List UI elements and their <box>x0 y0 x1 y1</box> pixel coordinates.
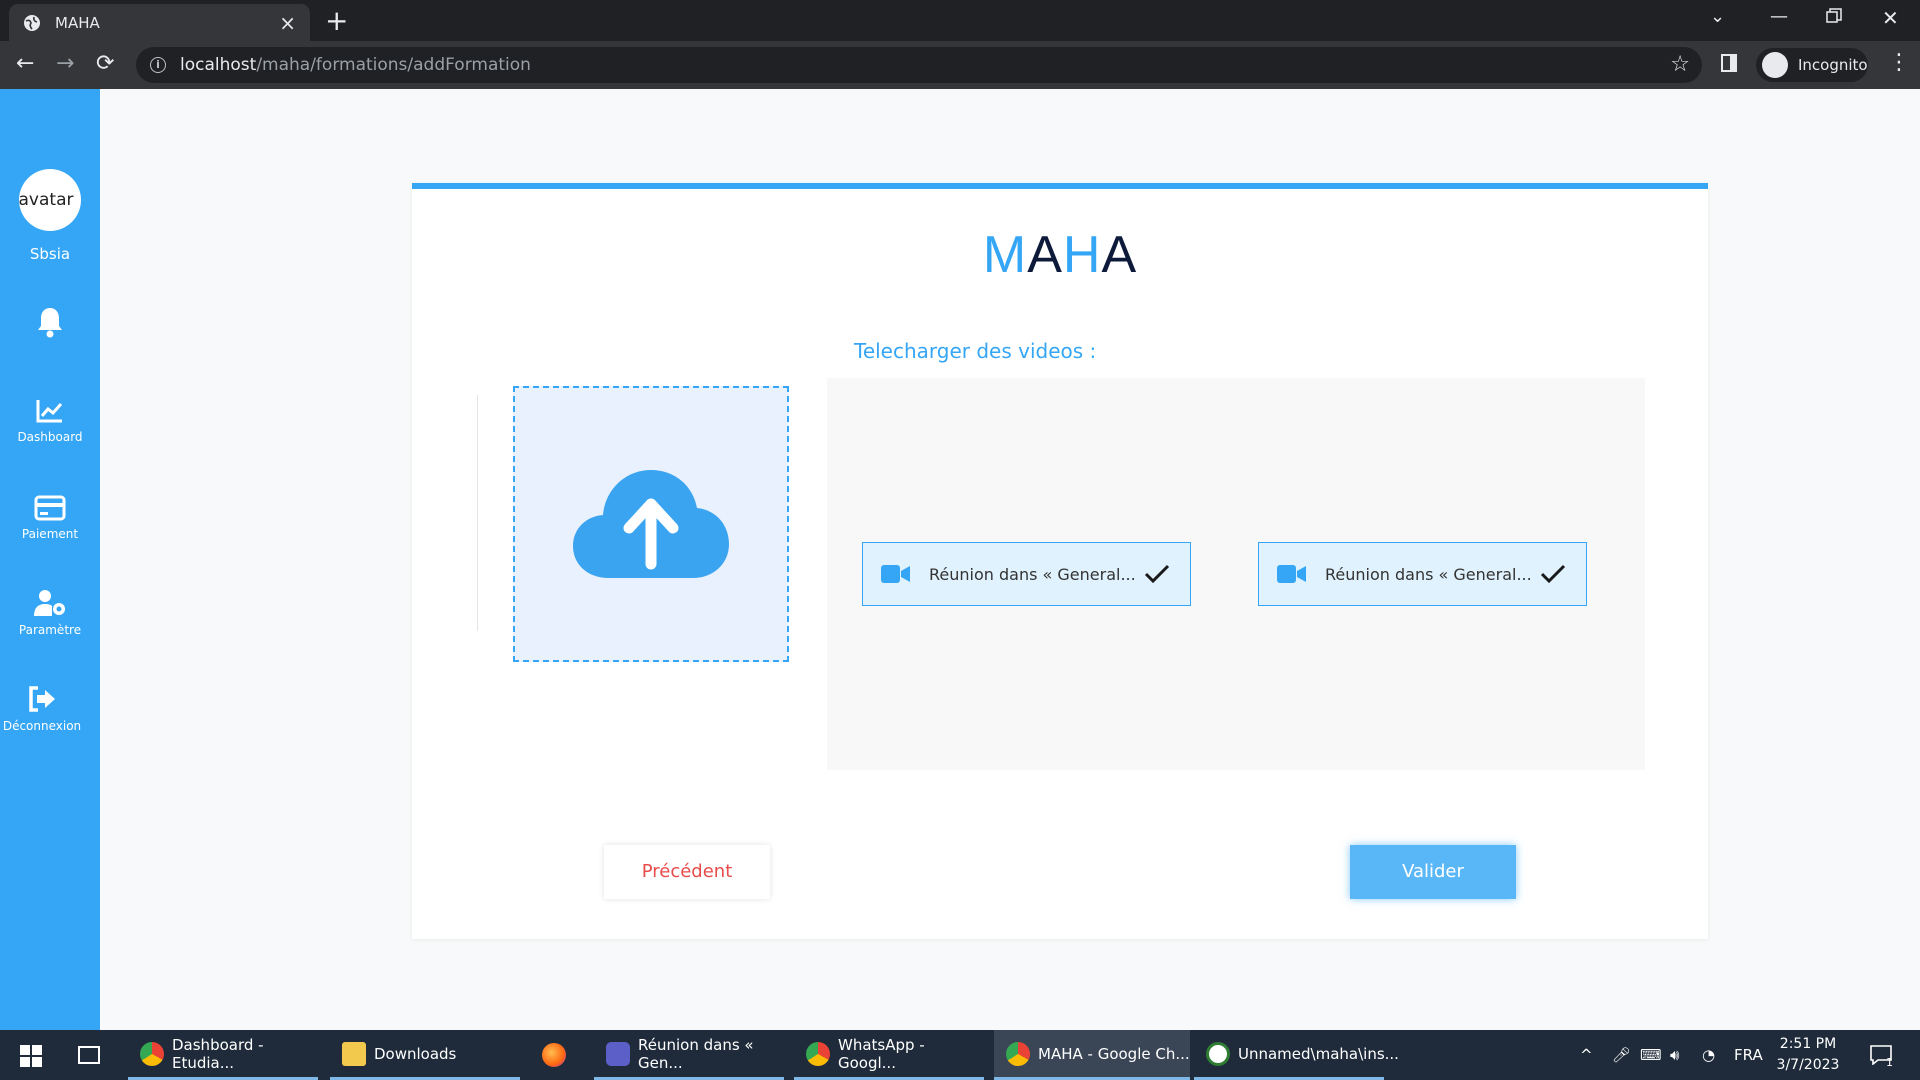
language-indicator[interactable]: FRA <box>1734 1030 1763 1080</box>
sidebar-item-label: Paiement <box>21 527 79 541</box>
firefox-icon <box>542 1043 566 1067</box>
taskbar-app-heidisql[interactable]: Unnamed\maha\ins... <box>1194 1030 1399 1080</box>
browser-tab-strip: MAHA × + ⌄ — ✕ <box>0 0 1920 41</box>
uploaded-files-panel: Réunion dans « General... Réunion dans «… <box>827 378 1645 770</box>
sidebar-item-parametre[interactable]: Paramètre <box>0 589 100 637</box>
bookmark-star-icon[interactable]: ☆ <box>1670 52 1690 77</box>
video-upload-dropzone[interactable] <box>513 386 789 662</box>
formation-card: MAHA Telecharger des videos : Réunion da… <box>412 183 1708 939</box>
previous-button[interactable]: Précédent <box>604 845 770 899</box>
username: Sbsia <box>29 245 71 263</box>
task-view-icon[interactable] <box>78 1046 100 1064</box>
chrome-icon <box>140 1041 164 1066</box>
submit-button[interactable]: Valider <box>1350 845 1516 899</box>
incognito-icon <box>1762 52 1788 78</box>
sidebar-item-deconnexion[interactable]: Déconnexion <box>0 685 84 733</box>
forward-icon[interactable]: → <box>56 51 74 77</box>
taskbar-app-downloads[interactable]: Downloads <box>330 1030 520 1080</box>
sidebar-item-label: Dashboard <box>17 430 83 444</box>
clock-time: 2:51 PM <box>1779 1036 1837 1052</box>
notifications-bell[interactable] <box>0 305 100 339</box>
site-info-icon[interactable]: i <box>150 57 166 73</box>
main-content: MAHA Telecharger des videos : Réunion da… <box>100 89 1920 1030</box>
video-camera-icon <box>1277 565 1306 583</box>
chart-line-icon <box>36 400 63 423</box>
incognito-label: Incognito <box>1798 56 1868 74</box>
url-host: localhost <box>180 55 257 75</box>
upload-section-label: Telecharger des videos : <box>854 339 1097 363</box>
clock-date: 3/7/2023 <box>1776 1057 1840 1073</box>
side-panel-icon[interactable] <box>1721 54 1737 72</box>
brand-letter: H <box>1062 226 1102 284</box>
globe-icon <box>24 14 40 31</box>
tab-search-icon[interactable]: ⌄ <box>1710 6 1725 27</box>
address-bar[interactable]: i localhost/maha/formations/addFormation… <box>136 47 1702 83</box>
folder-icon <box>342 1041 366 1066</box>
incognito-profile-button[interactable]: Incognito <box>1756 48 1868 82</box>
app-sidebar: avatar Sbsia Dashboard Paiement Paramètr… <box>0 89 100 1030</box>
video-file-name: Réunion dans « General... <box>929 564 1136 584</box>
tab-title: MAHA <box>55 13 100 32</box>
teams-icon <box>606 1041 630 1066</box>
browser-toolbar: ← → ⟳ i localhost/maha/formations/addFor… <box>0 41 1920 89</box>
back-icon[interactable]: ← <box>16 51 34 77</box>
cloud-upload-icon <box>573 470 729 578</box>
browser-tab-maha[interactable]: MAHA × <box>9 4 310 41</box>
notification-center-icon[interactable]: 1 <box>1870 1030 1893 1080</box>
chrome-icon <box>806 1041 830 1066</box>
notification-count: 1 <box>1886 1055 1893 1069</box>
uploaded-video-item[interactable]: Réunion dans « General... <box>1258 542 1587 606</box>
taskbar-app-chrome-dashboard[interactable]: Dashboard - Etudia... <box>128 1030 318 1080</box>
check-icon <box>1144 564 1170 584</box>
taskbar-app-label: Unnamed\maha\ins... <box>1238 1044 1399 1063</box>
os-taskbar: Dashboard - Etudia... Downloads Réunion … <box>0 1030 1920 1080</box>
sidebar-item-label: Déconnexion <box>2 719 82 733</box>
tab-close-icon[interactable]: × <box>279 13 296 33</box>
microphone-icon[interactable]: 🎤︎ <box>1612 1030 1631 1080</box>
taskbar-app-label: WhatsApp - Googl... <box>838 1035 925 1072</box>
user-gear-icon <box>34 590 65 616</box>
keyboard-ime-icon[interactable]: ⌨︎ <box>1640 1030 1662 1080</box>
windows-start-icon[interactable] <box>20 1045 42 1067</box>
taskbar-app-teams[interactable]: Réunion dans « Gen... <box>594 1030 784 1080</box>
taskbar-app-maha-chrome[interactable]: MAHA - Google Ch... <box>994 1030 1190 1080</box>
new-tab-icon[interactable]: + <box>325 6 348 36</box>
avatar[interactable]: avatar <box>19 169 81 231</box>
brand-letter: M <box>982 226 1028 284</box>
taskbar-app-label: MAHA - Google Ch... <box>1038 1044 1190 1063</box>
minimize-icon[interactable]: — <box>1770 6 1788 27</box>
video-camera-icon <box>881 565 910 583</box>
divider <box>477 395 478 631</box>
reload-icon[interactable]: ⟳ <box>96 51 114 77</box>
taskbar-app-label: Réunion dans « Gen... <box>638 1035 754 1072</box>
tray-chevron-icon[interactable]: ^ <box>1580 1030 1593 1080</box>
sidebar-item-label: Paramètre <box>18 623 82 637</box>
taskbar-app-label: Downloads <box>374 1044 457 1063</box>
brand-logo: MAHA <box>412 225 1708 285</box>
system-clock[interactable]: 2:51 PM 3/7/2023 <box>1768 1034 1848 1076</box>
url-path: /maha/formations/addFormation <box>256 55 531 75</box>
taskbar-app-firefox[interactable] <box>530 1030 586 1080</box>
sign-out-icon <box>29 686 55 712</box>
chrome-icon <box>1006 1041 1030 1066</box>
menu-kebab-icon[interactable]: ⋮ <box>1888 50 1910 75</box>
sidebar-item-dashboard[interactable]: Dashboard <box>0 398 100 444</box>
credit-card-icon <box>34 495 66 521</box>
taskbar-app-label: Dashboard - Etudia... <box>172 1035 264 1072</box>
brand-letter: A <box>1027 226 1063 284</box>
bell-icon <box>38 308 62 338</box>
restore-icon[interactable] <box>1826 8 1842 29</box>
heidisql-icon <box>1206 1041 1230 1066</box>
close-window-icon[interactable]: ✕ <box>1882 6 1899 30</box>
volume-icon[interactable]: 🔊︎ <box>1670 1030 1679 1080</box>
avatar-alt-text: avatar <box>19 190 74 210</box>
uploaded-video-item[interactable]: Réunion dans « General... <box>862 542 1191 606</box>
check-icon <box>1540 564 1566 584</box>
sidebar-item-paiement[interactable]: Paiement <box>0 495 100 541</box>
brand-letter: A <box>1101 226 1138 284</box>
taskbar-app-whatsapp[interactable]: WhatsApp - Googl... <box>794 1030 984 1080</box>
network-icon[interactable]: ◔ <box>1702 1030 1715 1080</box>
video-file-name: Réunion dans « General... <box>1325 564 1532 584</box>
